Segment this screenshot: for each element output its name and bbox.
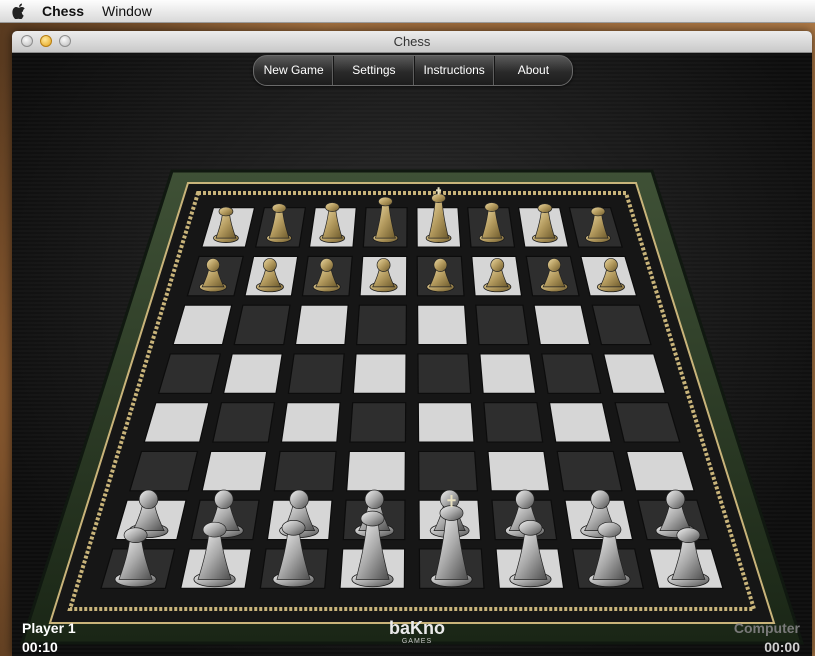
piece-head (490, 258, 505, 272)
piece-head (281, 520, 306, 536)
about-button[interactable]: About (495, 56, 572, 85)
piece-head (138, 489, 159, 510)
board-square[interactable] (625, 450, 695, 492)
board-square[interactable] (349, 402, 407, 443)
instructions-button[interactable]: Instructions (415, 56, 495, 85)
piece-head (319, 258, 334, 272)
zoom-button[interactable] (59, 35, 71, 47)
piece-head (665, 489, 686, 510)
logo-word: baKno (389, 618, 445, 638)
apple-icon[interactable] (12, 3, 28, 19)
menu-window[interactable]: Window (102, 3, 152, 19)
board-square[interactable] (416, 304, 468, 346)
computer-time: 00:00 (764, 639, 800, 655)
player-one-time: 00:10 (22, 639, 58, 655)
game-toolbar: New Game Settings Instructions About (253, 55, 573, 86)
piece-head (439, 505, 464, 521)
menu-bar: Chess Window (0, 0, 815, 23)
board-square[interactable] (280, 402, 341, 443)
board-square[interactable] (201, 450, 268, 492)
piece-head (376, 258, 391, 272)
board-square[interactable] (129, 450, 199, 492)
traffic-lights (21, 35, 71, 47)
menu-app-name[interactable]: Chess (42, 3, 84, 19)
settings-button[interactable]: Settings (334, 56, 415, 85)
piece-head (518, 520, 543, 536)
window-titlebar[interactable]: Chess (12, 31, 812, 53)
piece-head (590, 206, 606, 217)
window-title: Chess (393, 34, 431, 49)
board-square[interactable] (346, 450, 406, 492)
board-square[interactable] (487, 450, 551, 492)
board-square[interactable] (614, 402, 681, 443)
logo-sub: GAMES (401, 638, 433, 645)
board-square[interactable] (222, 353, 283, 394)
minimize-button[interactable] (40, 35, 52, 47)
board-square[interactable] (212, 402, 276, 443)
new-game-button[interactable]: New Game (254, 56, 335, 85)
piece-head (360, 510, 385, 527)
piece-head (364, 489, 385, 510)
board-square[interactable] (273, 450, 337, 492)
board-square[interactable] (143, 402, 210, 443)
board-square[interactable] (417, 353, 472, 394)
piece-head (515, 489, 535, 510)
board-square[interactable] (352, 353, 407, 394)
board-square[interactable] (533, 304, 591, 346)
piece-head (324, 202, 340, 212)
piece-head (676, 527, 701, 543)
bakno-logo: baKno GAMES (377, 618, 457, 645)
player-one-name: Player 1 (22, 620, 76, 636)
board-square[interactable] (475, 304, 530, 346)
piece-head (206, 258, 220, 272)
board-square[interactable] (418, 450, 478, 492)
game-area: New Game Settings Instructions About baK… (12, 53, 812, 656)
close-button[interactable] (21, 35, 33, 47)
piece-head (378, 196, 393, 207)
board-square[interactable] (548, 402, 612, 443)
piece-head (214, 489, 234, 510)
piece-head (289, 489, 309, 510)
piece-head (484, 202, 500, 212)
piece-head (202, 521, 227, 538)
piece-head (604, 258, 618, 272)
piece-head (218, 206, 234, 217)
piece-head (590, 489, 610, 510)
board-square[interactable] (233, 304, 291, 346)
piece-head (123, 527, 148, 543)
piece-head (597, 521, 622, 538)
piece-head (263, 258, 277, 272)
piece-head (433, 258, 448, 272)
board-square[interactable] (479, 353, 537, 394)
board-square[interactable] (556, 450, 623, 492)
board-square[interactable] (287, 353, 345, 394)
piece-head (537, 203, 553, 213)
board-square[interactable] (541, 353, 602, 394)
piece-head (547, 258, 561, 272)
computer-name: Computer (733, 620, 800, 636)
chess-board-scene (19, 169, 805, 645)
board-square[interactable] (356, 304, 408, 346)
board-square[interactable] (417, 402, 475, 443)
piece-head (431, 193, 446, 203)
chess-window: Chess New Game Settings Instructions Abo… (12, 31, 812, 656)
board-square[interactable] (483, 402, 544, 443)
piece-head (271, 203, 287, 213)
board-square[interactable] (294, 304, 349, 346)
